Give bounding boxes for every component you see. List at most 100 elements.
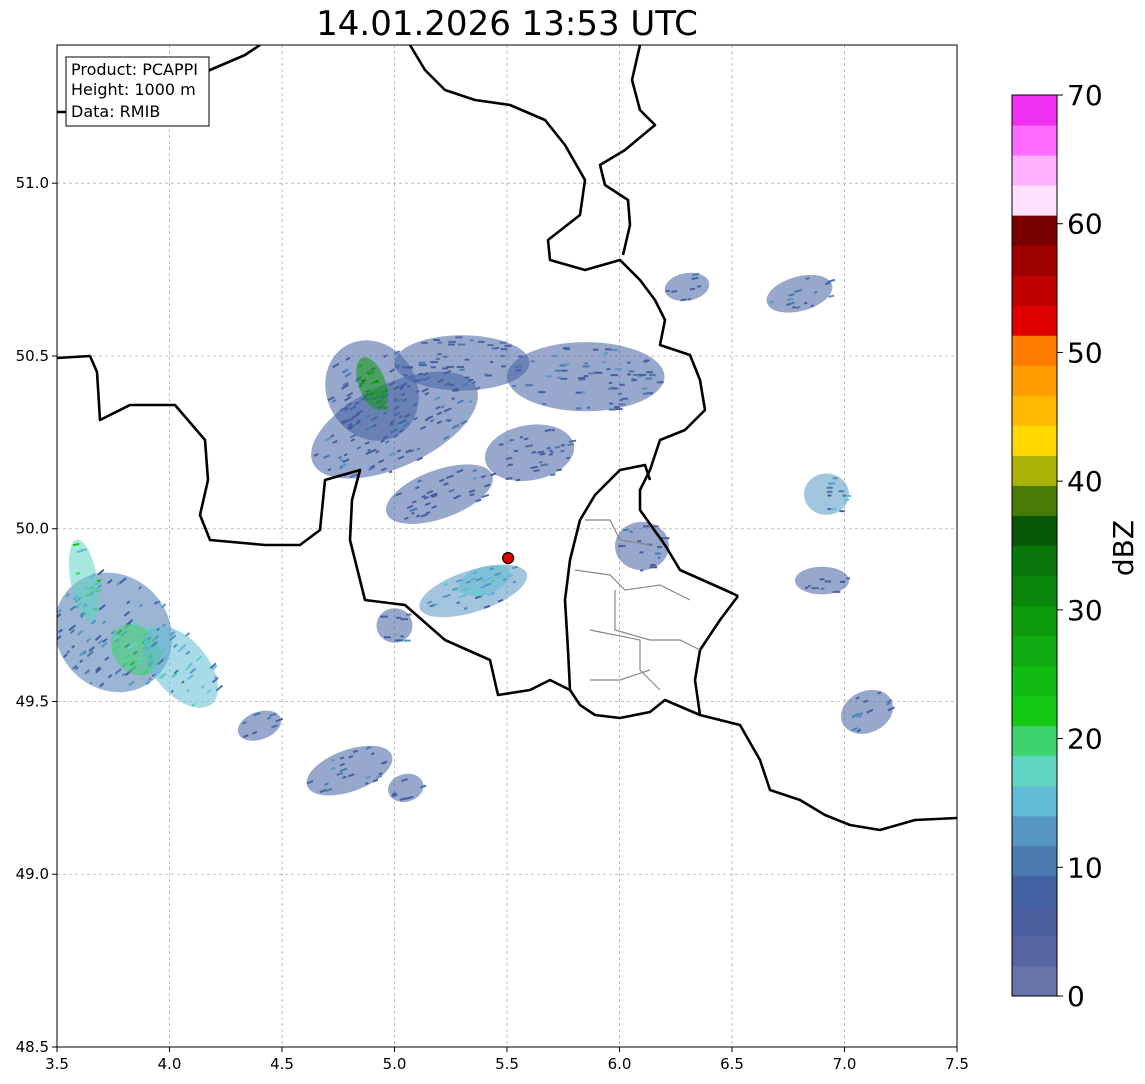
- echo-pixel: [563, 363, 570, 366]
- echo-pixel: [646, 392, 653, 395]
- echo-pixel: [637, 540, 642, 543]
- echo-pixel: [627, 361, 631, 364]
- echo-pixel: [448, 343, 455, 346]
- colorbar-segment: [1012, 665, 1057, 697]
- echo-pixel: [468, 379, 474, 382]
- echo-pixel: [820, 587, 825, 590]
- echo-pixel: [487, 344, 494, 347]
- echo-pixel: [656, 381, 664, 384]
- colorbar-segment: [1012, 845, 1057, 877]
- echo-pixel: [642, 525, 650, 528]
- map-panel: 3.5 4.0 4.5 5.0 5.5 6.0 6.5 7.0 7.5 48.5 49.0 49.5…: [16, 44, 969, 1073]
- echo-pixel: [513, 365, 522, 368]
- echo-pixel: [638, 373, 647, 376]
- echo-pixel: [830, 508, 837, 511]
- colorbar-segment: [1012, 275, 1057, 306]
- echo-pixel: [515, 369, 522, 372]
- colorbar-segment: [1012, 965, 1057, 997]
- colorbar-segment: [1012, 215, 1057, 246]
- echo-pixel: [657, 546, 663, 549]
- echo-pixel: [401, 366, 410, 369]
- echo-pixel: [844, 498, 849, 501]
- echo-cell: [376, 608, 413, 643]
- echo-pixel: [661, 537, 670, 540]
- y-tick-label: 50.5: [16, 347, 49, 365]
- colorbar-segment: [1012, 605, 1057, 637]
- colorbar-tick-label: 30: [1067, 594, 1103, 627]
- echo-pixel: [433, 338, 440, 341]
- echo-pixel: [437, 353, 442, 356]
- echo-pixel: [649, 566, 658, 569]
- echo-pixel: [657, 556, 661, 559]
- y-tick-label: 48.5: [16, 1038, 49, 1056]
- radar-site-marker: [502, 551, 515, 565]
- echo-pixel: [403, 639, 411, 642]
- echo-pixel: [504, 344, 512, 347]
- echo-pixel: [639, 551, 644, 554]
- x-tick-label: 4.5: [270, 1055, 294, 1073]
- echo-pixel: [828, 482, 836, 485]
- echo-pixel: [406, 613, 412, 616]
- echo-pixel: [592, 348, 599, 351]
- echo-pixel: [456, 365, 465, 368]
- echo-pixel: [561, 369, 568, 372]
- x-tick-label: 5.0: [383, 1055, 407, 1073]
- echo-pixel: [804, 586, 809, 589]
- colorbar-segment: [1012, 485, 1057, 516]
- echo-pixel: [650, 564, 656, 567]
- echo-pixel: [610, 349, 619, 352]
- echo-pixel: [604, 348, 612, 351]
- info-box: Product: PCAPPI Height: 1000 m Data: RMI…: [65, 56, 210, 127]
- echo-pixel: [642, 392, 647, 395]
- colorbar-segment: [1012, 335, 1057, 366]
- colorbar-segment: [1012, 545, 1057, 577]
- echo-pixel: [467, 382, 471, 385]
- echo-pixel: [603, 352, 608, 355]
- colorbar-label: dBZ: [1107, 520, 1140, 576]
- echo-pixel: [615, 368, 622, 371]
- echo-pixel: [499, 341, 507, 344]
- info-data: Data: RMIB: [71, 102, 160, 121]
- colorbar-segment: [1012, 365, 1057, 396]
- colorbar-segments: [1012, 95, 1057, 997]
- echo-pixel: [827, 494, 832, 497]
- echo-pixel: [491, 347, 497, 350]
- colorbar-segment: [1012, 635, 1057, 667]
- echo-pixel: [826, 486, 833, 489]
- echo-pixel: [617, 392, 623, 395]
- echo-area: [804, 473, 849, 515]
- echo-pixel: [618, 545, 624, 548]
- colorbar-segment: [1012, 425, 1057, 456]
- echo-pixel: [627, 373, 631, 376]
- y-tick-label: 51.0: [16, 174, 49, 192]
- x-axis-ticks: 3.5 4.0 4.5 5.0 5.5 6.0 6.5 7.0 7.5: [45, 1047, 969, 1073]
- colorbar-segment: [1012, 755, 1057, 787]
- echo-pixel: [380, 615, 388, 618]
- echo-pixel: [643, 360, 648, 363]
- echo-pixel: [418, 364, 427, 367]
- x-tick-label: 7.5: [945, 1055, 969, 1073]
- echo-pixel: [588, 372, 594, 375]
- echo-pixel: [395, 639, 403, 642]
- echo-pixel: [608, 381, 613, 384]
- colorbar-segment: [1012, 695, 1057, 727]
- echo-pixel: [464, 358, 470, 361]
- echo-pixel: [500, 354, 506, 357]
- echo-pixel: [846, 494, 852, 497]
- echo-pixel: [531, 360, 535, 363]
- echo-pixel: [452, 389, 457, 392]
- echo-pixel: [403, 374, 408, 377]
- echo-area: [795, 566, 849, 595]
- info-height: Height: 1000 m: [71, 80, 196, 99]
- echo-area: [376, 608, 413, 643]
- y-tick-label: 49.0: [16, 865, 49, 883]
- y-tick-label: 49.5: [16, 692, 49, 710]
- echo-pixel: [654, 552, 661, 555]
- echo-pixel: [443, 355, 448, 358]
- echo-pixel: [448, 383, 455, 386]
- echo-pixel: [437, 341, 443, 344]
- colorbar-segment: [1012, 305, 1057, 336]
- echo-pixel: [395, 366, 400, 369]
- echo-pixel: [608, 408, 616, 411]
- echo-pixel: [455, 336, 463, 339]
